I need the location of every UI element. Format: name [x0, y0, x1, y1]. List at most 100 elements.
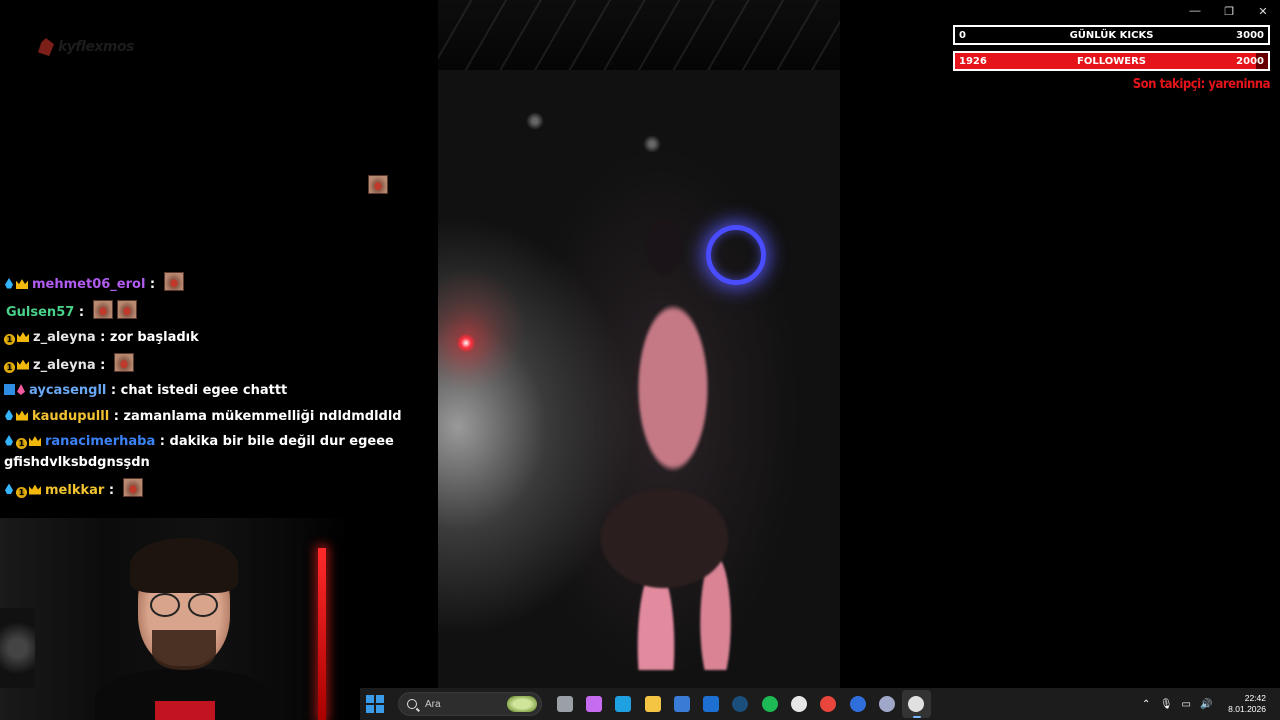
followers-label: FOLLOWERS — [1077, 55, 1146, 67]
stream-video — [438, 0, 840, 688]
chat-panel: mehmet06_erol : Gulsen57 : 1 z_aleyna : z… — [4, 272, 434, 505]
settings-icon — [878, 696, 895, 712]
followers-goal-bar: 1926 FOLLOWERS 2000 — [953, 51, 1270, 71]
media-player-icon — [908, 696, 925, 712]
search-placeholder: Ara — [425, 698, 441, 710]
store-icon — [673, 696, 690, 712]
microphone-icon[interactable]: 🎙 — [1158, 696, 1174, 712]
red-light — [155, 701, 215, 720]
taskbar-apps — [550, 690, 931, 718]
chat-message: aycasengll : chat istedi egee chattt — [4, 380, 434, 401]
app-blue-button[interactable] — [843, 690, 872, 718]
chat-username[interactable]: z_aleyna — [33, 358, 96, 373]
chat-separator: : — [106, 383, 121, 398]
streamer-hair — [130, 538, 238, 593]
stage-lamp — [643, 135, 661, 153]
copilot-button[interactable] — [579, 690, 608, 718]
outlook-icon — [703, 696, 720, 712]
chat-separator: : — [104, 482, 119, 498]
one-badge-icon: 1 — [4, 334, 15, 345]
chat-separator: : — [155, 434, 170, 449]
kicks-label: GÜNLÜK KICKS — [1069, 29, 1154, 41]
app-blue-icon — [849, 696, 866, 712]
chat-emote — [122, 477, 143, 497]
one-badge-icon: 1 — [16, 486, 27, 498]
chat-separator: : — [145, 277, 160, 292]
steam-button[interactable] — [726, 690, 755, 718]
crown-badge-icon — [29, 436, 41, 446]
chat-text: zor başladık — [109, 330, 199, 345]
glasses — [150, 593, 218, 617]
floating-emote — [368, 175, 388, 194]
crown-badge-icon — [17, 359, 29, 370]
chat-message: 1 melkkar : — [4, 477, 434, 501]
chat-separator: : — [109, 408, 124, 424]
chat-username[interactable]: kaudupulll — [32, 409, 109, 424]
chat-message: kaudupulll : zamanlama mükemmelliği ndld… — [4, 406, 434, 427]
arrow-badge-icon — [4, 384, 15, 395]
chat-separator: : — [95, 357, 110, 373]
drop-badge-icon — [5, 409, 13, 420]
chat-username[interactable]: melkkar — [45, 483, 104, 498]
copilot-icon — [585, 696, 602, 712]
chat-text: zamanlama mükemmelliği ndldmdldld — [123, 408, 402, 424]
file-explorer-button[interactable] — [638, 690, 667, 718]
microphone — [0, 608, 35, 688]
search-icon — [407, 699, 417, 709]
chat-emote — [113, 352, 134, 372]
edge-icon — [615, 696, 632, 712]
stage-truss — [438, 0, 840, 70]
chat-emote — [163, 272, 184, 291]
stream-logo: kyflexmos — [38, 38, 134, 56]
spotify-button[interactable] — [755, 690, 784, 718]
stage-lamp — [526, 112, 544, 130]
chat-username[interactable]: Gulsen57 — [6, 305, 74, 320]
chat-username[interactable]: ranacimerhaba — [45, 434, 155, 449]
kicks-goal-bar: 0 GÜNLÜK KICKS 3000 — [953, 25, 1270, 45]
store-button[interactable] — [667, 690, 696, 718]
chrome-button[interactable] — [814, 690, 843, 718]
minimize-button[interactable]: — — [1178, 0, 1212, 22]
flame-logo-icon — [38, 38, 54, 56]
settings-button[interactable] — [872, 690, 901, 718]
taskbar-search[interactable]: Ara — [398, 692, 542, 716]
display-icon[interactable]: ▭ — [1178, 696, 1194, 712]
chat-message: 1 z_aleyna : — [4, 352, 434, 376]
chat-message: Gulsen57 : — [4, 299, 434, 323]
system-tray: ⌃ 🎙 ▭ 🔊 22:42 8.01.2026 — [1136, 688, 1280, 720]
red-led-strip — [318, 548, 326, 720]
start-button[interactable] — [366, 695, 384, 713]
close-button[interactable]: ✕ — [1246, 0, 1280, 22]
task-view-button[interactable] — [550, 690, 579, 718]
taskbar-clock[interactable]: 22:42 8.01.2026 — [1228, 693, 1266, 715]
chat-emote — [116, 299, 137, 319]
outlook-button[interactable] — [696, 690, 725, 718]
flame-badge-icon — [17, 384, 25, 395]
chat-username[interactable]: aycasengll — [29, 383, 106, 398]
chat-message: 1 z_aleyna : zor başladık — [4, 327, 434, 348]
chevron-up-icon[interactable]: ⌃ — [1138, 696, 1154, 712]
drop-badge-icon — [5, 278, 13, 289]
media-player-button[interactable] — [901, 690, 931, 718]
spotify-icon — [761, 696, 778, 712]
crown-badge-icon — [17, 332, 29, 342]
chat-username[interactable]: mehmet06_erol — [32, 277, 145, 292]
taskbar: Ara ⌃ 🎙 ▭ 🔊 22:42 8.01.2026 — [360, 688, 1280, 720]
chat-separator: : — [95, 330, 110, 345]
glowing-ring — [706, 225, 766, 285]
last-follower: Son takipçi: yareninna — [1132, 77, 1271, 92]
one-badge-icon: 1 — [16, 438, 27, 449]
chrome-icon — [820, 696, 837, 712]
crown-badge-icon — [29, 484, 41, 495]
logo-text: kyflexmos — [58, 39, 134, 55]
chat-message: 1 ranacimerhaba : dakika bir bile değil d… — [4, 431, 434, 473]
restore-button[interactable]: ❐ — [1212, 0, 1246, 22]
edge-button[interactable] — [609, 690, 638, 718]
chat-separator: : — [74, 304, 89, 320]
chat-username[interactable]: z_aleyna — [33, 330, 96, 345]
drop-badge-icon — [5, 483, 13, 494]
red-stage-light — [456, 333, 476, 353]
github-icon — [791, 696, 808, 712]
github-button[interactable] — [784, 690, 813, 718]
volume-icon[interactable]: 🔊 — [1198, 696, 1214, 712]
